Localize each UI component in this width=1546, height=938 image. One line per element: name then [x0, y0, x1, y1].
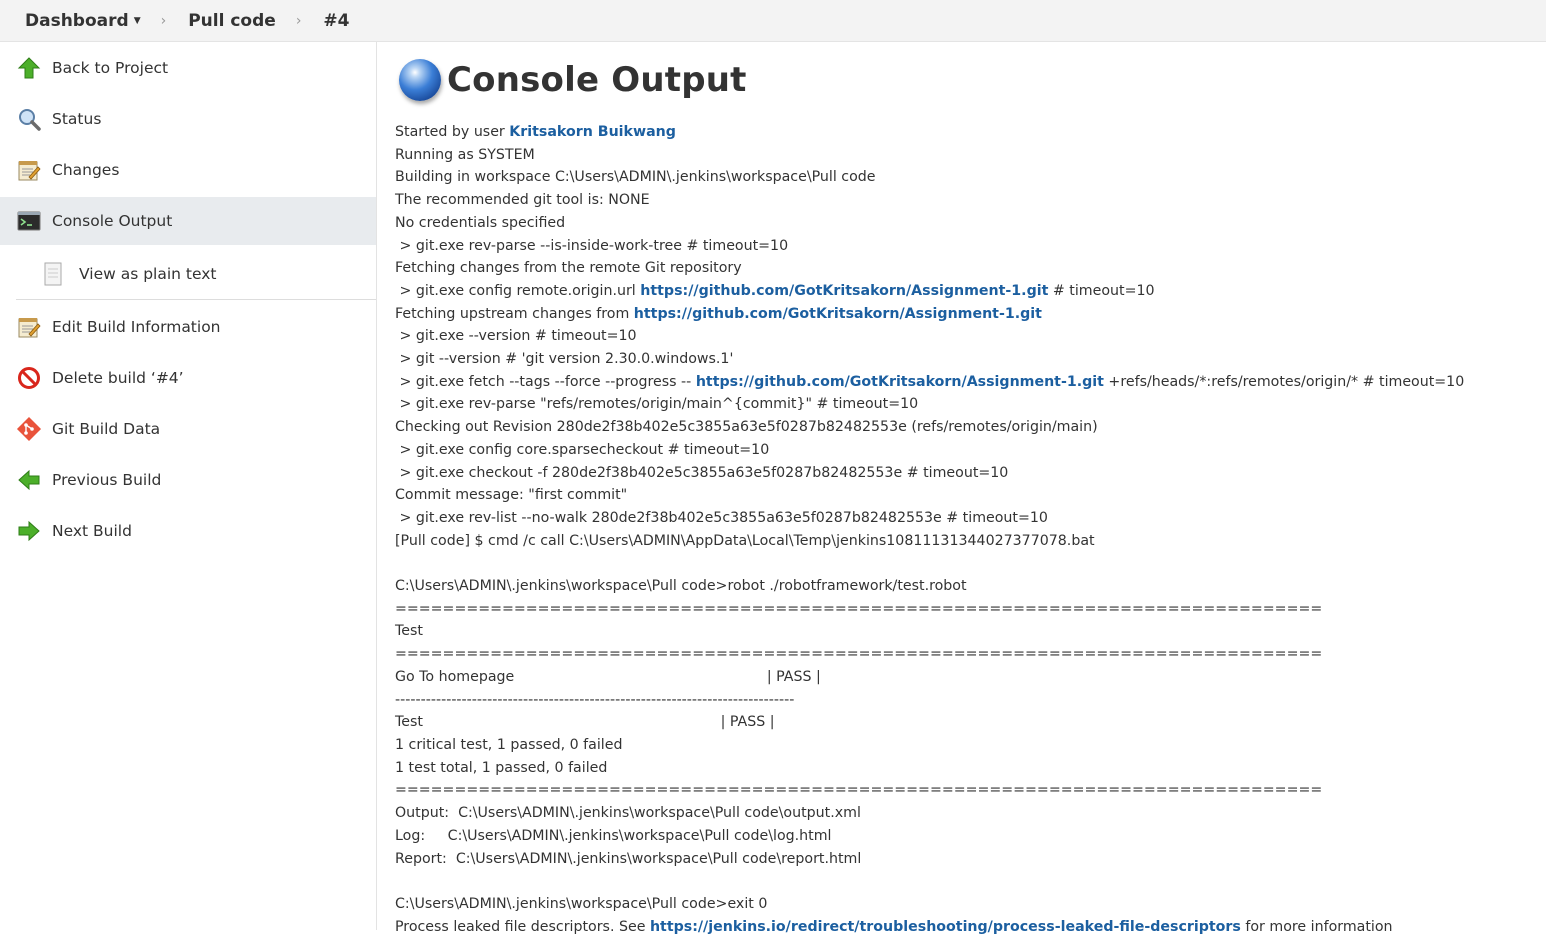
- sidebar-item-delete-build[interactable]: Delete build ‘#4’: [0, 354, 376, 402]
- up-arrow-icon: [16, 55, 42, 81]
- sidebar-item-git-build-data[interactable]: Git Build Data: [0, 405, 376, 453]
- console-text: Process leaked file descriptors. See: [395, 918, 650, 935]
- sidebar: Back to Project Status Changes Console O…: [0, 42, 377, 930]
- console-line: 1 test total, 1 passed, 0 failed: [395, 759, 608, 776]
- console-line: Test: [395, 623, 423, 640]
- console-output: Started by user Kritsakorn Buikwang Runn…: [395, 121, 1546, 938]
- repo-url-link[interactable]: https://github.com/GotKritsakorn/Assignm…: [634, 306, 1042, 322]
- console-text: for more information: [1240, 918, 1393, 935]
- sidebar-item-label: Next Build: [52, 522, 132, 540]
- console-line: > git.exe checkout -f 280de2f38b402e5c38…: [395, 464, 1009, 481]
- sidebar-item-next-build[interactable]: Next Build: [0, 507, 376, 555]
- breadcrumb-pull-code[interactable]: Pull code: [188, 11, 276, 31]
- sidebar-item-label: Previous Build: [52, 471, 162, 489]
- repo-url-link[interactable]: https://github.com/GotKritsakorn/Assignm…: [640, 283, 1048, 299]
- sidebar-item-label: Delete build ‘#4’: [52, 369, 184, 387]
- console-line: Test | PASS |: [395, 714, 775, 731]
- notepad-edit-icon: [16, 314, 42, 340]
- sidebar-item-edit-build-information[interactable]: Edit Build Information: [0, 303, 376, 351]
- console-line: ----------------------------------------…: [395, 691, 795, 708]
- breadcrumb-build-4[interactable]: #4: [323, 11, 349, 31]
- console-line: > git.exe rev-list --no-walk 280de2f38b4…: [395, 509, 1048, 526]
- breadcrumb-separator: ›: [160, 12, 167, 29]
- breadcrumb-pull-code-label: Pull code: [188, 10, 276, 31]
- repo-url-link[interactable]: https://github.com/GotKritsakorn/Assignm…: [696, 374, 1104, 390]
- console-text: +refs/heads/*:refs/remotes/origin/* # ti…: [1103, 373, 1465, 390]
- leak-url-link[interactable]: https://jenkins.io/redirect/troubleshoot…: [650, 919, 1241, 935]
- console-line: Building in workspace C:\Users\ADMIN\.je…: [395, 169, 876, 186]
- console-line: > git.exe rev-parse "refs/remotes/origin…: [395, 396, 919, 413]
- console-line: Checking out Revision 280de2f38b402e5c38…: [395, 419, 1098, 436]
- page-header: Console Output: [395, 52, 1546, 108]
- breadcrumb-separator: ›: [295, 12, 302, 29]
- console-line: 1 critical test, 1 passed, 0 failed: [395, 736, 623, 753]
- console-line: > git.exe --version # timeout=10: [395, 328, 637, 345]
- no-entry-icon: [16, 365, 42, 391]
- console-line: > git.exe config core.sparsecheckout # t…: [395, 441, 770, 458]
- git-icon: [16, 416, 42, 442]
- sidebar-item-console-output[interactable]: Console Output: [0, 197, 376, 245]
- console-text: > git.exe config remote.origin.url: [395, 282, 641, 299]
- console-line: Output: C:\Users\ADMIN\.jenkins\workspac…: [395, 805, 861, 822]
- console-line: Running as SYSTEM: [395, 146, 535, 163]
- console-line: ========================================…: [395, 646, 1323, 663]
- blue-ball-icon: [399, 59, 441, 101]
- console-text: Fetching upstream changes from: [395, 305, 634, 322]
- console-line: Go To homepage | PASS |: [395, 668, 821, 685]
- console-line: The recommended git tool is: NONE: [395, 192, 650, 209]
- sidebar-item-changes[interactable]: Changes: [0, 146, 376, 194]
- console-line: > git --version # 'git version 2.30.0.wi…: [395, 351, 734, 368]
- console-text: Started by user: [395, 124, 510, 140]
- document-icon: [40, 261, 66, 287]
- caret-down-icon[interactable]: ▼: [134, 16, 141, 26]
- right-arrow-icon: [16, 518, 42, 544]
- breadcrumb-dashboard-label: Dashboard: [25, 10, 129, 31]
- sidebar-item-label: Git Build Data: [52, 420, 161, 438]
- breadcrumb: Dashboard ▼ › Pull code › #4: [0, 0, 1546, 42]
- main-content: Console Output Started by user Kritsakor…: [377, 42, 1546, 935]
- sidebar-item-label: Status: [52, 110, 102, 128]
- sidebar-item-status[interactable]: Status: [0, 95, 376, 143]
- console-line: > git.exe rev-parse --is-inside-work-tre…: [395, 237, 789, 254]
- sidebar-item-label: Changes: [52, 161, 120, 179]
- terminal-icon: [16, 208, 42, 234]
- breadcrumb-dashboard[interactable]: Dashboard ▼: [25, 11, 141, 31]
- page-title: Console Output: [447, 60, 747, 100]
- magnifier-icon: [16, 106, 42, 132]
- sidebar-item-label: View as plain text: [79, 264, 217, 283]
- console-line: C:\Users\ADMIN\.jenkins\workspace\Pull c…: [395, 895, 768, 912]
- console-line: Fetching changes from the remote Git rep…: [395, 260, 742, 277]
- left-arrow-icon: [16, 467, 42, 493]
- console-line: ========================================…: [395, 782, 1323, 799]
- console-block-c: > git.exe rev-parse "refs/remotes/origin…: [395, 396, 1322, 911]
- console-line: Log: C:\Users\ADMIN\.jenkins\workspace\P…: [395, 827, 832, 844]
- console-line: Commit message: "first commit": [395, 487, 628, 504]
- console-text: > git.exe fetch --tags --force --progres…: [395, 373, 696, 390]
- user-link[interactable]: Kritsakorn Buikwang: [509, 124, 676, 140]
- console-line: Report: C:\Users\ADMIN\.jenkins\workspac…: [395, 850, 862, 867]
- console-block-b: > git.exe --version # timeout=10 > git -…: [395, 328, 734, 368]
- console-line: No credentials specified: [395, 214, 566, 231]
- console-text: # timeout=10: [1048, 282, 1155, 299]
- sidebar-item-label: Edit Build Information: [52, 318, 221, 336]
- console-line: [Pull code] $ cmd /c call C:\Users\ADMIN…: [395, 532, 1095, 549]
- sidebar-item-previous-build[interactable]: Previous Build: [0, 456, 376, 504]
- console-block-a: Running as SYSTEM Building in workspace …: [395, 147, 876, 277]
- sidebar-item-label: Back to Project: [52, 59, 169, 77]
- breadcrumb-build-label: #4: [323, 10, 350, 31]
- sidebar-item-view-as-plain-text[interactable]: View as plain text: [16, 248, 376, 300]
- sidebar-item-label: Console Output: [52, 212, 173, 230]
- console-line: ========================================…: [395, 600, 1323, 617]
- notepad-icon: [16, 157, 42, 183]
- console-line: C:\Users\ADMIN\.jenkins\workspace\Pull c…: [395, 578, 967, 595]
- sidebar-item-back-to-project[interactable]: Back to Project: [0, 44, 376, 92]
